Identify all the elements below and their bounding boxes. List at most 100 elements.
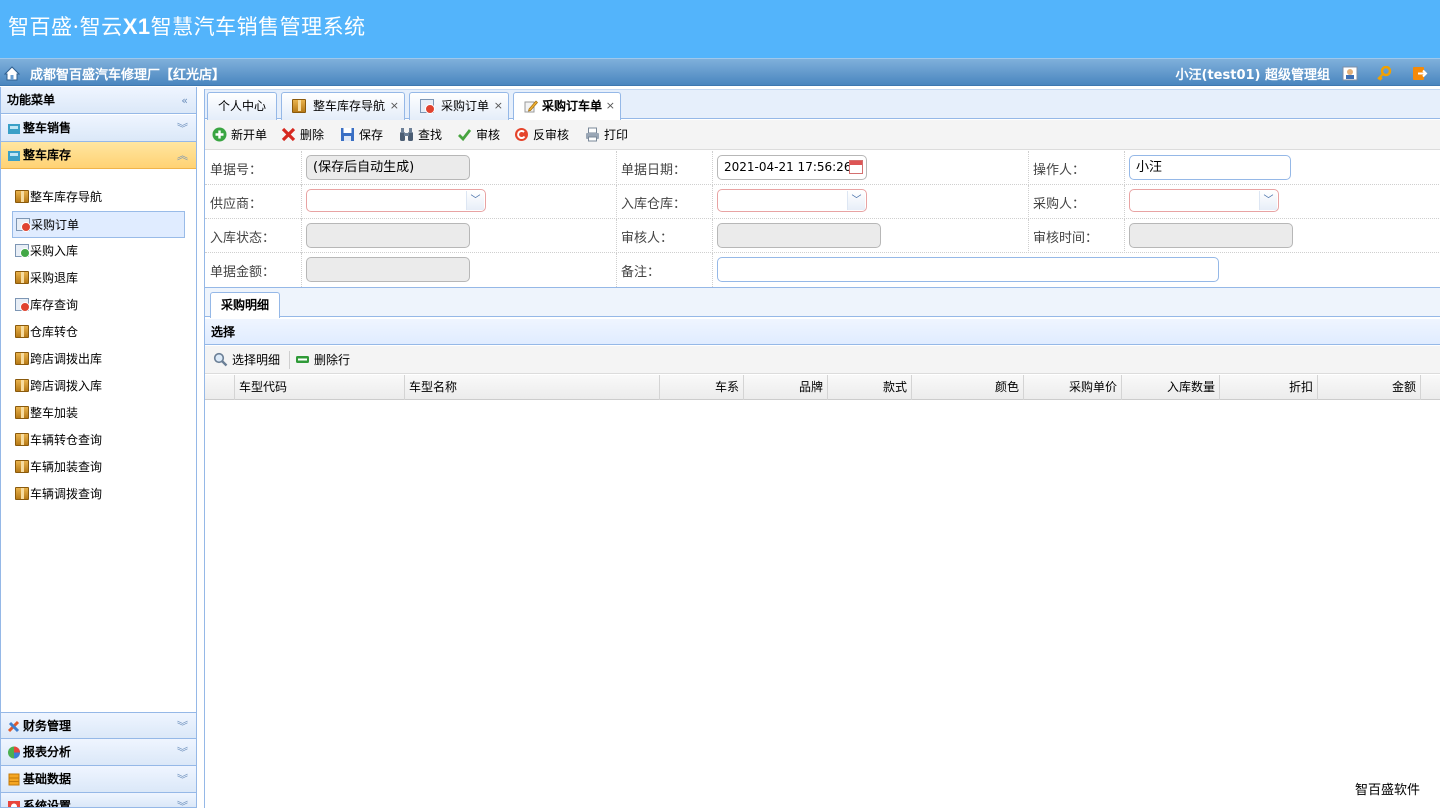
sidebar-item-car-addon[interactable]: 整车加装 bbox=[1, 400, 196, 427]
sidebar-item-cross-store-in[interactable]: 跨店调拨入库 bbox=[1, 373, 196, 400]
chevron-down-icon[interactable]: ﹀ bbox=[466, 191, 484, 210]
operator-field[interactable]: 小汪 bbox=[1129, 155, 1291, 180]
home-icon[interactable] bbox=[4, 66, 20, 81]
save-button[interactable]: 保存 bbox=[340, 126, 383, 144]
tab-car-stock-nav[interactable]: 整车库存导航 × bbox=[281, 92, 405, 120]
chevron-down-icon[interactable]: ︾ bbox=[177, 793, 188, 807]
sidebar-item-purchase-return[interactable]: 采购退库 bbox=[1, 265, 196, 292]
select-detail-button[interactable]: 选择明细 bbox=[213, 351, 280, 369]
doc-no-field: (保存后自动生成) bbox=[306, 155, 470, 180]
sidebar-item-allocation-query[interactable]: 车辆调拨查询 bbox=[1, 481, 196, 508]
grid-col-unit-price[interactable]: 采购单价 bbox=[1024, 375, 1122, 400]
grid-col-model-code[interactable]: 车型代码 bbox=[235, 375, 405, 400]
supplier-select[interactable]: ﹀ bbox=[306, 189, 486, 212]
sidebar-group-car-sales[interactable]: 整车销售 ︾ bbox=[1, 115, 196, 142]
sidebar-group-finance[interactable]: 财务管理 ︾ bbox=[1, 712, 196, 739]
user-card-icon[interactable] bbox=[1342, 66, 1358, 81]
divider bbox=[1124, 219, 1125, 253]
key-icon[interactable] bbox=[1376, 66, 1392, 81]
find-button[interactable]: 查找 bbox=[399, 126, 442, 144]
tab-bar: 个人中心 整车库存导航 × 采购订单 × 采购订车单 × bbox=[205, 89, 1440, 121]
audit-time-label: 审核时间： bbox=[1033, 231, 1099, 246]
collapse-sidebar-icon[interactable]: « bbox=[181, 87, 188, 114]
panel-title: 选择 bbox=[205, 319, 1440, 345]
grid-col-discount[interactable]: 折扣 bbox=[1220, 375, 1318, 400]
tab-personal-center[interactable]: 个人中心 bbox=[207, 92, 277, 120]
chevron-up-icon[interactable]: ︽ bbox=[177, 142, 188, 169]
logout-icon[interactable] bbox=[1412, 66, 1428, 81]
sidebar-item-warehouse-transfer[interactable]: 仓库转仓 bbox=[1, 319, 196, 346]
grid-header: 车型代码 车型名称 车系 品牌 款式 颜色 采购单价 入库数量 折扣 金额 bbox=[205, 375, 1440, 400]
grid-col-model-name[interactable]: 车型名称 bbox=[405, 375, 660, 400]
sidebar-group-base-data[interactable]: 基础数据 ︾ bbox=[1, 766, 196, 793]
binoculars-icon bbox=[400, 128, 413, 141]
sidebar-item-purchase-order[interactable]: 采购订单 bbox=[12, 211, 185, 238]
box-icon bbox=[15, 379, 29, 392]
box-icon bbox=[15, 190, 29, 203]
doc-date-field[interactable]: 2021-04-21 17:56:26 bbox=[717, 155, 867, 180]
edit-icon bbox=[524, 100, 538, 113]
delete-row-button[interactable]: 删除行 bbox=[295, 351, 350, 369]
footer-brand: 智百盛软件 bbox=[1354, 783, 1420, 798]
operator-label: 操作人： bbox=[1033, 163, 1086, 178]
finance-icon bbox=[7, 720, 20, 733]
box-icon bbox=[292, 99, 306, 113]
grid-col-style[interactable]: 款式 bbox=[828, 375, 912, 400]
close-tab-icon[interactable]: × bbox=[390, 93, 399, 119]
chevron-down-icon[interactable]: ︾ bbox=[177, 766, 188, 793]
sidebar-group-report[interactable]: 报表分析 ︾ bbox=[1, 739, 196, 766]
print-button[interactable]: 打印 bbox=[585, 126, 628, 144]
chevron-down-icon[interactable]: ︾ bbox=[177, 739, 188, 766]
divider bbox=[712, 185, 713, 219]
delete-button[interactable]: 删除 bbox=[281, 126, 324, 144]
warehouse-select[interactable]: ﹀ bbox=[717, 189, 867, 212]
box-icon bbox=[15, 487, 29, 500]
database-icon bbox=[8, 773, 20, 786]
nav-list: 整车库存导航 采购订单 采购入库 采购退库 库存查询 仓库转仓 跨店调拨出库 跨… bbox=[1, 184, 196, 508]
grid-col-brand[interactable]: 品牌 bbox=[744, 375, 828, 400]
sidebar-item-cross-store-out[interactable]: 跨店调拨出库 bbox=[1, 346, 196, 373]
grid-col-amount[interactable]: 金额 bbox=[1318, 375, 1421, 400]
chevron-down-icon[interactable]: ﹀ bbox=[847, 191, 865, 210]
auditor-label: 审核人： bbox=[621, 231, 674, 246]
divider bbox=[616, 151, 617, 185]
divider bbox=[712, 219, 713, 253]
audit-button[interactable]: 审核 bbox=[457, 126, 500, 144]
unaudit-button[interactable]: 反审核 bbox=[514, 126, 569, 144]
close-tab-icon[interactable]: × bbox=[494, 93, 503, 119]
sidebar-item-addon-query[interactable]: 车辆加装查询 bbox=[1, 454, 196, 481]
main-panel: 个人中心 整车库存导航× 采购订单× 采购订车单× 新开单 删除 保存 查 bbox=[204, 89, 1440, 808]
box-icon bbox=[15, 325, 29, 338]
chevron-down-icon[interactable]: ﹀ bbox=[1259, 191, 1277, 210]
sidebar-item-stock-query[interactable]: 库存查询 bbox=[1, 292, 196, 319]
chevron-down-icon[interactable]: ︾ bbox=[177, 713, 188, 740]
remove-icon bbox=[296, 356, 309, 363]
sidebar-group-settings[interactable]: 系统设置 ︾ bbox=[1, 793, 196, 808]
check-icon bbox=[458, 129, 472, 142]
chevron-down-icon[interactable]: ︾ bbox=[177, 115, 188, 142]
remark-field[interactable] bbox=[717, 257, 1219, 282]
tab-purchase-detail[interactable]: 采购明细 bbox=[210, 292, 281, 318]
grid-col-quantity[interactable]: 入库数量 bbox=[1122, 375, 1220, 400]
divider bbox=[301, 185, 302, 219]
sidebar-item-transfer-query[interactable]: 车辆转仓查询 bbox=[1, 427, 196, 454]
close-tab-icon[interactable]: × bbox=[606, 93, 615, 119]
buyer-select[interactable]: ﹀ bbox=[1129, 189, 1279, 212]
grid-toolbar: 选择明细 删除行 bbox=[205, 346, 1440, 374]
audit-time-field bbox=[1129, 223, 1293, 248]
divider bbox=[1028, 185, 1029, 219]
tab-purchase-car-order[interactable]: 采购订车单 × bbox=[513, 92, 621, 121]
divider bbox=[616, 253, 617, 287]
sidebar-group-car-stock[interactable]: 整车库存 ︽ bbox=[1, 142, 196, 169]
grid-col-color[interactable]: 颜色 bbox=[912, 375, 1024, 400]
divider bbox=[301, 151, 302, 185]
sidebar-item-purchase-in[interactable]: 采购入库 bbox=[1, 238, 196, 265]
calendar-icon[interactable] bbox=[849, 160, 863, 174]
new-order-button[interactable]: 新开单 bbox=[212, 126, 267, 144]
form-row: 入库状态： 审核人： 审核时间： bbox=[205, 219, 1440, 253]
sidebar-item-car-stock-nav[interactable]: 整车库存导航 bbox=[1, 184, 196, 211]
stock-status-field bbox=[306, 223, 470, 248]
divider bbox=[616, 219, 617, 253]
grid-col-series[interactable]: 车系 bbox=[660, 375, 744, 400]
tab-purchase-order[interactable]: 采购订单 × bbox=[409, 92, 509, 120]
